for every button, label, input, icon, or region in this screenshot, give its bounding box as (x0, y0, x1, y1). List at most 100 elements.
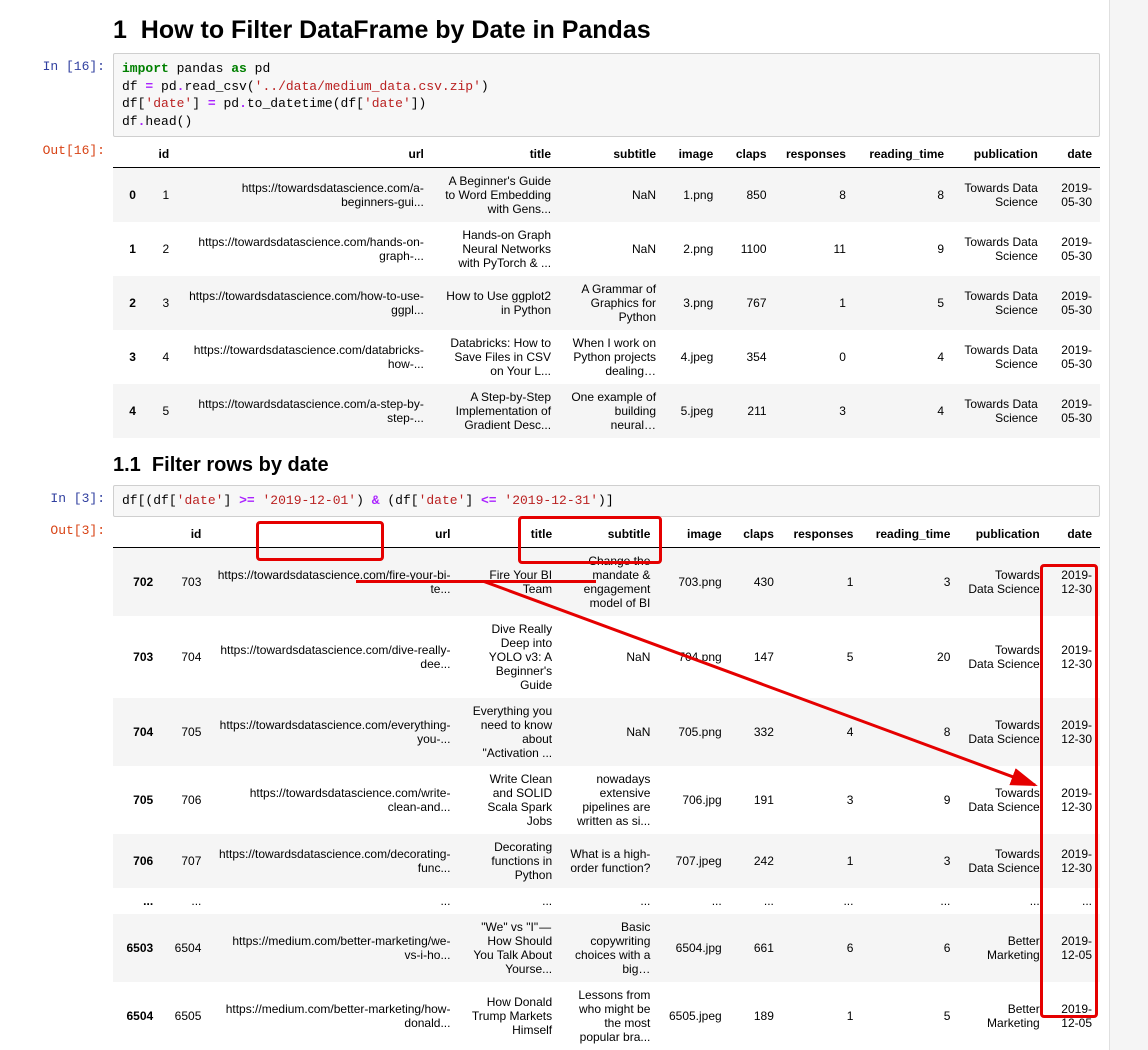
code-cell-2-input: In [3]: df[(df['date'] >= '2019-12-01') … (0, 485, 1148, 517)
table-cell: 706 (113, 834, 161, 888)
table-cell: Fire Your BI Team (458, 547, 560, 616)
table-row: 702703https://towardsdatascience.com/fir… (113, 547, 1100, 616)
table-cell: 2 (113, 276, 144, 330)
table-cell: Towards Data Science (952, 222, 1046, 276)
column-header: id (144, 141, 177, 168)
table-cell: ... (209, 888, 458, 914)
table-cell: Dive Really Deep into YOLO v3: A Beginne… (458, 616, 560, 698)
table-cell: Towards Data Science (958, 547, 1047, 616)
table-cell: https://medium.com/better-marketing/we-v… (209, 914, 458, 982)
table-row: 34https://towardsdatascience.com/databri… (113, 330, 1100, 384)
table-cell: "We" vs "I" — How Should You Talk About … (458, 914, 560, 982)
table-cell: How to Use ggplot2 in Python (432, 276, 559, 330)
table-cell: 1 (782, 547, 862, 616)
table-cell: Lessons from who might be the most popul… (560, 982, 658, 1050)
table-cell: 2019-05-30 (1046, 168, 1100, 223)
table-cell: https://towardsdatascience.com/hands-on-… (177, 222, 432, 276)
table-row: 65046505https://medium.com/better-market… (113, 982, 1100, 1050)
column-header: claps (730, 521, 782, 548)
prompt-out-1: Out[16]: (0, 137, 113, 158)
table-cell: ... (458, 888, 560, 914)
table-cell: Databricks: How to Save Files in CSV on … (432, 330, 559, 384)
table-cell: https://towardsdatascience.com/databrick… (177, 330, 432, 384)
table-cell: 707 (161, 834, 209, 888)
column-header: responses (775, 141, 854, 168)
table-cell: 3 (782, 766, 862, 834)
table-cell: 705.png (658, 698, 729, 766)
table-cell: ... (113, 888, 161, 914)
table-cell: Towards Data Science (958, 698, 1047, 766)
table-cell: NaN (560, 616, 658, 698)
table-cell: Hands-on Graph Neural Networks with PyTo… (432, 222, 559, 276)
table-cell: 2019-05-30 (1046, 222, 1100, 276)
table-cell: 2019-12-30 (1048, 547, 1100, 616)
table-cell: 5 (144, 384, 177, 438)
table-cell: ... (730, 888, 782, 914)
table-cell: 2 (144, 222, 177, 276)
table-cell: 702 (113, 547, 161, 616)
table-cell: 703 (161, 547, 209, 616)
table-cell: 707.jpeg (658, 834, 729, 888)
table-cell: Change the mandate & engagement model of… (560, 547, 658, 616)
column-header: publication (952, 141, 1046, 168)
table-cell: NaN (559, 222, 664, 276)
table-cell: Towards Data Science (952, 330, 1046, 384)
table-row: 705706https://towardsdatascience.com/wri… (113, 766, 1100, 834)
table-cell: ... (958, 888, 1047, 914)
table-cell: 2019-12-30 (1048, 766, 1100, 834)
code-cell-2-output: Out[3]: idurltitlesubtitleimageclapsresp… (0, 517, 1148, 1050)
table-cell: What is a high-order function? (560, 834, 658, 888)
table-cell: 703.png (658, 547, 729, 616)
table-cell: https://towardsdatascience.com/write-cle… (209, 766, 458, 834)
table-cell: https://medium.com/better-marketing/how-… (209, 982, 458, 1050)
prompt-in-2: In [3]: (0, 485, 113, 506)
table-cell: https://towardsdatascience.com/fire-your… (209, 547, 458, 616)
table-cell: ... (560, 888, 658, 914)
code-block-2[interactable]: df[(df['date'] >= '2019-12-01') & (df['d… (113, 485, 1100, 517)
column-header: publication (958, 521, 1047, 548)
table-cell: 5 (854, 276, 952, 330)
table-cell: ... (782, 888, 862, 914)
table-cell: 1 (113, 222, 144, 276)
table-row: ................................. (113, 888, 1100, 914)
table-cell: 3 (861, 834, 958, 888)
table-cell: 1.png (664, 168, 721, 223)
table-cell: 2019-05-30 (1046, 384, 1100, 438)
table-row: 65036504https://medium.com/better-market… (113, 914, 1100, 982)
table-cell: 2019-12-05 (1048, 982, 1100, 1050)
code-cell-1-output: Out[16]: idurltitlesubtitleimageclapsres… (0, 137, 1148, 438)
column-header: date (1048, 521, 1100, 548)
table-cell: 8 (775, 168, 854, 223)
table-cell: 242 (730, 834, 782, 888)
table-cell: 4 (854, 384, 952, 438)
section-title: 1 How to Filter DataFrame by Date in Pan… (113, 16, 1100, 45)
table-cell: 3 (113, 330, 144, 384)
table-cell: https://towardsdatascience.com/dive-real… (209, 616, 458, 698)
table-cell: 6 (782, 914, 862, 982)
table-cell: ... (861, 888, 958, 914)
table-row: 12https://towardsdatascience.com/hands-o… (113, 222, 1100, 276)
table-cell: 2019-05-30 (1046, 276, 1100, 330)
table-cell: 5 (861, 982, 958, 1050)
table-cell: 704 (113, 698, 161, 766)
table-cell: https://towardsdatascience.com/a-step-by… (177, 384, 432, 438)
column-header: title (432, 141, 559, 168)
code-block-1[interactable]: import pandas as pd df = pd.read_csv('..… (113, 53, 1100, 137)
table-cell: Better Marketing (958, 982, 1047, 1050)
column-header: image (658, 521, 729, 548)
table-cell: 1 (782, 982, 862, 1050)
table-cell: A Step-by-Step Implementation of Gradien… (432, 384, 559, 438)
table-cell: 6504 (161, 914, 209, 982)
column-header (113, 521, 161, 548)
table-cell: 2019-05-30 (1046, 330, 1100, 384)
column-header: reading_time (854, 141, 952, 168)
column-header: subtitle (560, 521, 658, 548)
column-header: subtitle (559, 141, 664, 168)
table-cell: 9 (854, 222, 952, 276)
table-cell: 0 (113, 168, 144, 223)
table-cell: 6504 (113, 982, 161, 1050)
table-cell: 11 (775, 222, 854, 276)
table-cell: Towards Data Science (958, 766, 1047, 834)
column-header: claps (721, 141, 774, 168)
table-cell: https://towardsdatascience.com/a-beginne… (177, 168, 432, 223)
